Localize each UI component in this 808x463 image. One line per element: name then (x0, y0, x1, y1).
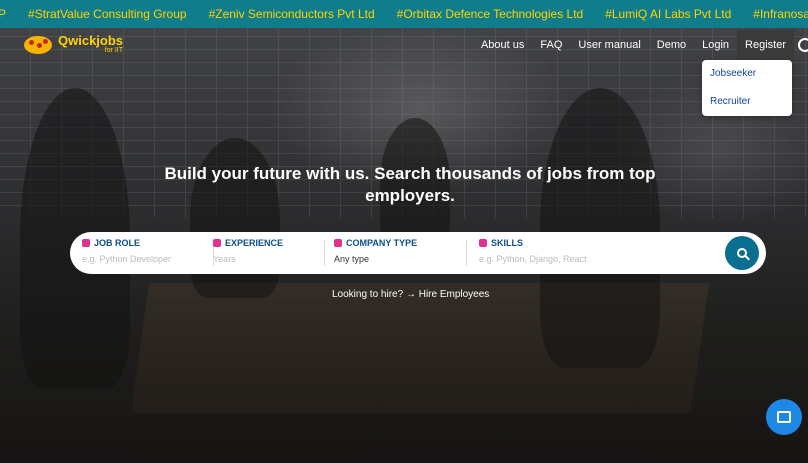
job-role-input[interactable]: e.g. Python Developer (82, 254, 212, 264)
register-button[interactable]: Register (737, 30, 794, 60)
logo-icon (24, 36, 52, 54)
hire-employees-link[interactable]: Looking to hire? → Hire Employees (332, 289, 489, 300)
briefcase-icon (82, 239, 90, 247)
chat-button[interactable] (766, 399, 802, 435)
ticker-item[interactable]: P (0, 7, 6, 21)
nav-about[interactable]: About us (481, 39, 524, 51)
brand-logo[interactable]: Qwickjobs for IIT (24, 34, 123, 55)
nav-demo[interactable]: Demo (657, 39, 686, 51)
brand-sub: for IIT (104, 47, 124, 54)
nav-faq[interactable]: FAQ (540, 39, 562, 51)
brand-name: Qwickjobs (58, 33, 124, 48)
top-nav: Qwickjobs for IIT About us FAQ User manu… (0, 28, 808, 62)
company-type-field[interactable]: COMPANY TYPE Any type (334, 238, 464, 268)
nav-menu: About us FAQ User manual Demo Login Regi… (481, 28, 808, 62)
job-role-field[interactable]: JOB ROLE e.g. Python Developer (82, 238, 212, 268)
company-ticker: P #StratValue Consulting Group #Zeniv Se… (0, 0, 808, 28)
ticker-item[interactable]: #Orbitax Defence Technologies Ltd (397, 7, 584, 21)
skills-icon (479, 239, 487, 247)
nav-user-manual[interactable]: User manual (578, 39, 640, 51)
register-dropdown: Jobseeker Recruiter (702, 60, 792, 116)
skills-input[interactable]: e.g. Python, Django, React (479, 254, 679, 264)
building-icon (334, 239, 342, 247)
search-button[interactable] (725, 236, 759, 270)
search-icon (737, 248, 747, 258)
experience-field[interactable]: EXPERIENCE Years (213, 238, 323, 268)
job-search-bar: JOB ROLE e.g. Python Developer EXPERIENC… (70, 232, 766, 274)
hero-headline: Build your future with us. Search thousa… (164, 164, 656, 205)
register-jobseeker[interactable]: Jobseeker (702, 60, 792, 88)
ticker-item[interactable]: #LumiQ AI Labs Pvt Ltd (605, 7, 731, 21)
ticker-item[interactable]: #Infranosa En (753, 7, 808, 21)
experience-input[interactable]: Years (213, 254, 323, 264)
language-icon[interactable] (798, 38, 808, 52)
register-recruiter[interactable]: Recruiter (702, 88, 792, 116)
chat-icon (777, 411, 791, 423)
nav-login[interactable]: Login (702, 39, 729, 51)
ticker-item[interactable]: #StratValue Consulting Group (28, 7, 187, 21)
person-icon (213, 239, 221, 247)
ticker-item[interactable]: #Zeniv Semiconductors Pvt Ltd (209, 7, 375, 21)
skills-field[interactable]: SKILLS e.g. Python, Django, React (479, 238, 679, 268)
company-type-select[interactable]: Any type (334, 254, 464, 264)
